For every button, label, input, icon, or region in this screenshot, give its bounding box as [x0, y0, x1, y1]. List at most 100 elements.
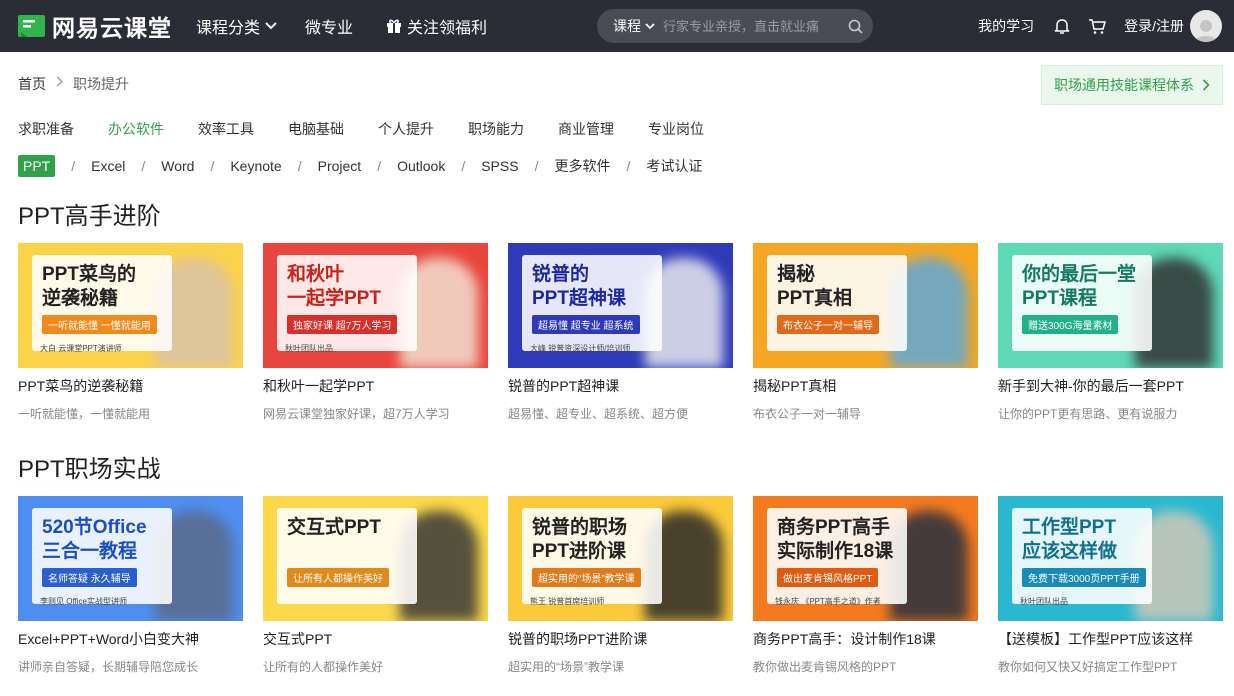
user-nav: 我的学习 登录/注册 — [978, 10, 1222, 42]
separator: / — [626, 158, 631, 174]
course-thumbnail[interactable]: 商务PPT高手 实际制作18课 做出麦肯锡风格PPT 钱永庆 《PPT高手之道》… — [753, 496, 978, 621]
chevron-right-icon — [56, 74, 63, 90]
cart-icon[interactable] — [1088, 18, 1107, 35]
course-card[interactable]: 520节Office 三合一教程 名师答疑 永久辅导 李则见 Office实战型… — [18, 496, 243, 675]
course-subtitle: 让所有的人都操作美好 — [263, 660, 384, 674]
nav-follow-benefits-label: 关注领福利 — [407, 20, 488, 37]
thumbnail-title: 商务PPT高手 实际制作18课 — [777, 517, 894, 562]
subcategory-ppt[interactable]: PPT — [18, 155, 56, 177]
nav-micro-major[interactable]: 微专业 — [305, 14, 353, 38]
thumbnail-tag: 超易懂 超专业 超系统 — [532, 315, 640, 334]
thumbnail-title: 交互式PPT — [287, 517, 381, 538]
course-thumbnail[interactable]: 工作型PPT 应该这样做 免费下载3000页PPT手册 秋叶团队出品 — [998, 496, 1223, 621]
thumbnail-footer: 熊王 锐普首席培训师 — [530, 597, 605, 606]
course-thumbnail[interactable]: 520节Office 三合一教程 名师答疑 永久辅导 李则见 Office实战型… — [18, 496, 243, 621]
course-card[interactable]: 揭秘 PPT真相 布衣公子一对一辅导 揭秘PPT真相 布衣公子一对一辅导 — [753, 243, 978, 422]
category-computer-basics[interactable]: 电脑基础 — [288, 119, 344, 139]
subcategory-spss[interactable]: SPSS — [481, 158, 518, 174]
avatar[interactable] — [1190, 10, 1222, 42]
subcategory-excel[interactable]: Excel — [91, 158, 125, 174]
course-card[interactable]: 商务PPT高手 实际制作18课 做出麦肯锡风格PPT 钱永庆 《PPT高手之道》… — [753, 496, 978, 675]
course-title[interactable]: 交互式PPT — [263, 629, 488, 649]
separator: / — [461, 158, 466, 174]
thumbnail-title: 工作型PPT 应该这样做 — [1022, 517, 1118, 562]
course-thumbnail[interactable]: PPT菜鸟的 逆袭秘籍 一听就能懂 一懂就能用 大白 云课堂PPT演讲师 — [18, 243, 243, 368]
thumbnail-title: 和秋叶 一起学PPT — [287, 264, 381, 309]
chevron-right-icon — [1202, 79, 1210, 91]
my-study-link[interactable]: 我的学习 — [978, 16, 1034, 36]
subcategory-tabs: PPT / Excel / Word / Keynote / Project /… — [0, 152, 1234, 180]
subcategory-more-software[interactable]: 更多软件 — [554, 156, 610, 176]
course-card[interactable]: 锐普的职场 PPT进阶课 超实用的“场景”教学课 熊王 锐普首席培训师 锐普的职… — [508, 496, 733, 675]
search-icon[interactable] — [848, 19, 863, 34]
nav-follow-benefits[interactable]: 关注领福利 — [381, 14, 487, 38]
course-card[interactable]: PPT菜鸟的 逆袭秘籍 一听就能懂 一懂就能用 大白 云课堂PPT演讲师 PPT… — [18, 243, 243, 422]
thumbnail-title: 你的最后一堂 PPT课程 — [1022, 264, 1137, 309]
course-card[interactable]: 和秋叶 一起学PPT 独家好课 超7万人学习 秋叶团队出品 和秋叶一起学PPT … — [263, 243, 488, 422]
skill-system-label: 职场通用技能课程体系 — [1054, 77, 1194, 93]
course-title[interactable]: 【送模板】工作型PPT应该这样 — [998, 629, 1223, 649]
thumbnail-tag: 让所有人都操作美好 — [287, 568, 389, 587]
search-input[interactable] — [663, 18, 845, 34]
category-efficiency-tools[interactable]: 效率工具 — [198, 119, 254, 139]
breadcrumb-current: 职场提升 — [73, 76, 129, 92]
subcategory-word[interactable]: Word — [161, 158, 194, 174]
course-card[interactable]: 交互式PPT 让所有人都操作美好 交互式PPT 让所有的人都操作美好 — [263, 496, 488, 675]
thumbnail-tag: 名师答疑 永久辅导 — [42, 568, 137, 587]
subcategory-exam-cert[interactable]: 考试认证 — [646, 156, 702, 176]
nav-course-category-label: 课程分类 — [196, 20, 261, 37]
course-title[interactable]: 揭秘PPT真相 — [753, 376, 978, 396]
course-title[interactable]: 新手到大神-你的最后一套PPT — [998, 376, 1223, 396]
course-card[interactable]: 锐普的 PPT超神课 超易懂 超专业 超系统 大峰 锐普资深设计师/培训师 锐普… — [508, 243, 733, 422]
category-professional-roles[interactable]: 专业岗位 — [648, 119, 704, 139]
course-subtitle: 讲师亲自答疑，长期辅导陪您成长 — [18, 660, 199, 674]
course-title[interactable]: 锐普的PPT超神课 — [508, 376, 733, 396]
thumbnail-footer: 钱永庆 《PPT高手之道》作者 — [775, 597, 881, 606]
nav-micro-major-label: 微专业 — [305, 20, 354, 37]
course-thumbnail[interactable]: 和秋叶 一起学PPT 独家好课 超7万人学习 秋叶团队出品 — [263, 243, 488, 368]
thumbnail-footer: 大峰 锐普资深设计师/培训师 — [530, 344, 631, 353]
course-list: 520节Office 三合一教程 名师答疑 永久辅导 李则见 Office实战型… — [0, 496, 1234, 675]
chevron-down-icon — [265, 22, 277, 30]
category-personal-growth[interactable]: 个人提升 — [378, 119, 434, 139]
subcategory-project[interactable]: Project — [318, 158, 362, 174]
separator: / — [141, 158, 146, 174]
category-business-management[interactable]: 商业管理 — [558, 119, 614, 139]
nav-course-category[interactable]: 课程分类 — [196, 14, 277, 38]
course-thumbnail[interactable]: 锐普的职场 PPT进阶课 超实用的“场景”教学课 熊王 锐普首席培训师 — [508, 496, 733, 621]
course-subtitle: 让你的PPT更有思路、更有说服力 — [998, 407, 1178, 421]
course-thumbnail[interactable]: 交互式PPT 让所有人都操作美好 — [263, 496, 488, 621]
course-thumbnail[interactable]: 你的最后一堂 PPT课程 赠送300G海量素材 — [998, 243, 1223, 368]
course-thumbnail[interactable]: 揭秘 PPT真相 布衣公子一对一辅导 — [753, 243, 978, 368]
section-title: PPT高手进阶 — [18, 203, 161, 230]
course-subtitle: 教你如何又快又好搞定工作型PPT — [998, 660, 1178, 674]
thumbnail-title: 锐普的职场 PPT进阶课 — [532, 517, 628, 562]
site-logo[interactable]: 网易云课堂 — [18, 9, 172, 43]
breadcrumb-home[interactable]: 首页 — [18, 74, 46, 94]
course-title[interactable]: Excel+PPT+Word小白变大神 — [18, 629, 243, 649]
course-title[interactable]: 商务PPT高手：设计制作18课 — [753, 629, 978, 649]
course-thumbnail[interactable]: 锐普的 PPT超神课 超易懂 超专业 超系统 大峰 锐普资深设计师/培训师 — [508, 243, 733, 368]
subcategory-outlook[interactable]: Outlook — [397, 158, 445, 174]
course-card[interactable]: 工作型PPT 应该这样做 免费下载3000页PPT手册 秋叶团队出品 【送模板】… — [998, 496, 1223, 675]
category-office-software[interactable]: 办公软件 — [108, 119, 164, 139]
login-register-link[interactable]: 登录/注册 — [1124, 16, 1184, 36]
top-navbar: 网易云课堂 课程分类 微专业 关注领福利 课程 我的学习 登录/注册 — [0, 0, 1234, 52]
thumbnail-title: PPT菜鸟的 逆袭秘籍 — [42, 264, 136, 309]
thumbnail-footer: 秋叶团队出品 — [1020, 597, 1068, 606]
search-category-dropdown[interactable]: 课程 — [613, 16, 655, 36]
gift-icon — [387, 19, 402, 33]
user-icon — [1195, 20, 1217, 42]
thumbnail-tag: 独家好课 超7万人学习 — [287, 315, 398, 334]
course-card[interactable]: 你的最后一堂 PPT课程 赠送300G海量素材 新手到大神-你的最后一套PPT … — [998, 243, 1223, 422]
course-subtitle: 布衣公子一对一辅导 — [753, 407, 862, 421]
course-title[interactable]: 锐普的职场PPT进阶课 — [508, 629, 733, 649]
category-job-prep[interactable]: 求职准备 — [18, 119, 74, 139]
bell-icon[interactable] — [1054, 18, 1070, 35]
course-title[interactable]: 和秋叶一起学PPT — [263, 376, 488, 396]
subcategory-keynote[interactable]: Keynote — [230, 158, 281, 174]
category-workplace-skills[interactable]: 职场能力 — [468, 119, 524, 139]
course-subtitle: 教你做出麦肯锡风格的PPT — [753, 660, 897, 674]
skill-system-button[interactable]: 职场通用技能课程体系 — [1041, 65, 1223, 105]
course-title[interactable]: PPT菜鸟的逆袭秘籍 — [18, 376, 243, 396]
